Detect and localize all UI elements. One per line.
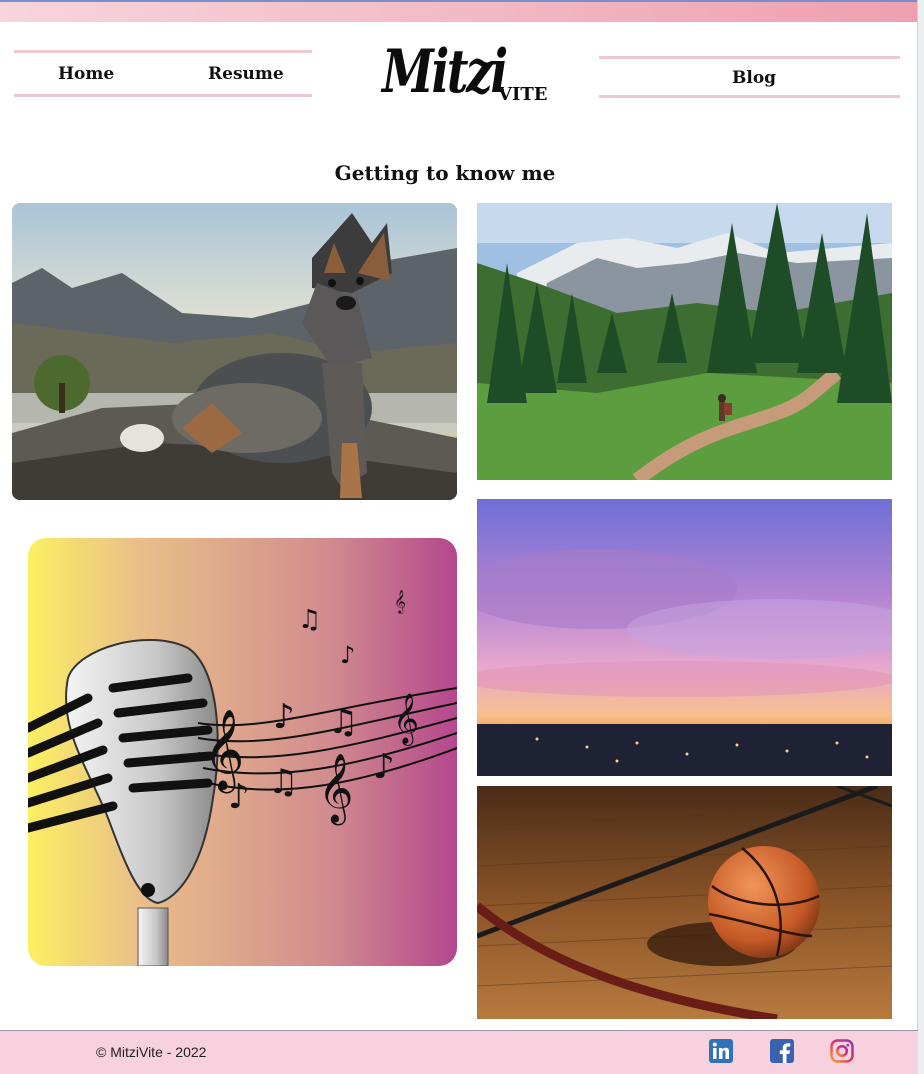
basketball-court-photo [477,786,892,1019]
svg-text:♪: ♪ [273,697,295,737]
svg-text:♫: ♫ [298,605,321,635]
instagram-icon[interactable] [830,1039,854,1063]
logo-script-text: Mitzi [382,37,508,107]
nav-blog-link[interactable]: Blog [732,68,776,88]
page-title: Getting to know me [334,161,556,186]
copyright-text: © MitziVite - 2022 [96,1044,207,1060]
svg-text:𝄞: 𝄞 [394,589,406,614]
svg-text:♫: ♫ [268,762,298,802]
nav-home-link[interactable]: Home [58,64,114,84]
scrollbar[interactable] [917,0,924,1074]
svg-text:♪: ♪ [373,747,395,787]
sunset-city-photo [477,499,892,776]
svg-text:𝄞: 𝄞 [318,753,353,825]
svg-text:♫: ♫ [328,702,358,742]
nav-resume-link[interactable]: Resume [208,64,284,84]
svg-text:♪: ♪ [340,641,355,669]
svg-text:♪: ♪ [228,777,250,817]
svg-text:𝄞: 𝄞 [393,693,419,746]
site-footer: © MitziVite - 2022 [0,1030,918,1074]
dog-photo [12,203,457,500]
hiking-trail-photo [477,203,892,480]
nav-right-group: Blog [599,56,900,98]
nav-left-group: Home Resume [14,50,312,97]
facebook-icon[interactable] [770,1039,794,1063]
top-accent-bar [0,0,918,22]
site-logo[interactable]: Mitzi VITE [382,32,552,118]
logo-caps-text: VITE [498,84,548,105]
microphone-music-image: 𝄞 𝄞 𝄞 𝄞 ♪ ♫ ♫ ♪ ♪ ♫ ♪ [28,538,457,966]
linkedin-icon[interactable] [709,1039,733,1063]
